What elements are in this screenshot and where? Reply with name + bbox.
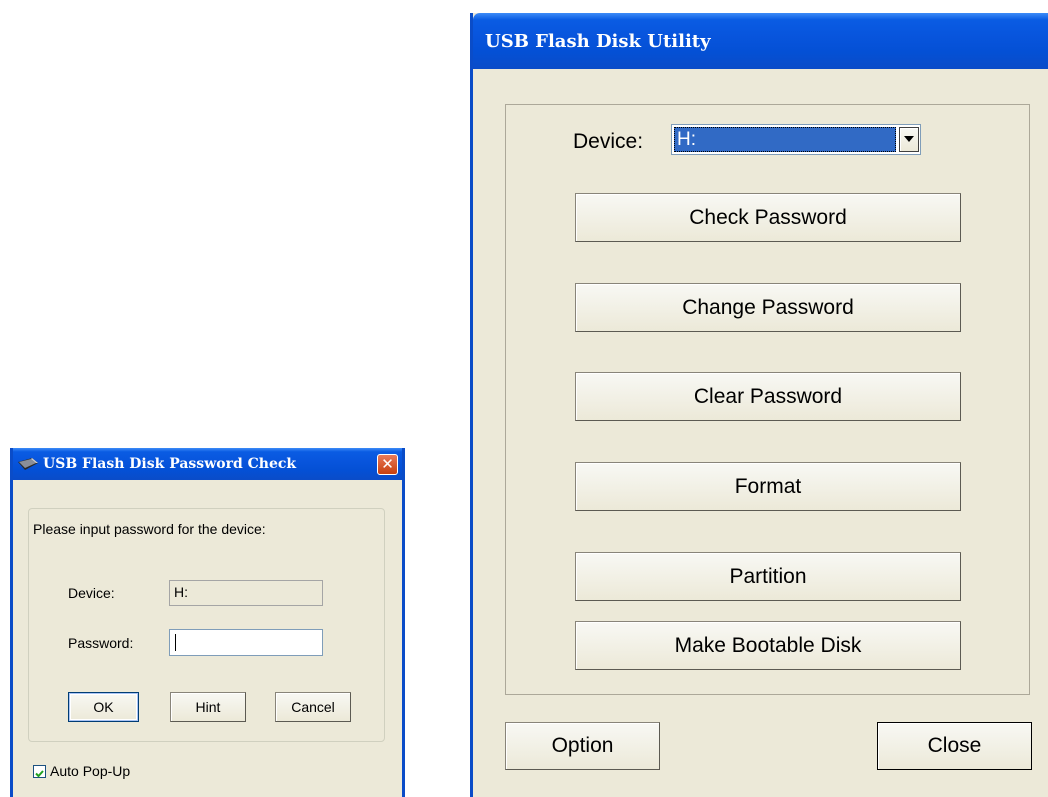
option-label: Option [551,734,614,757]
utility-device-label: Device: [573,130,644,153]
format-button[interactable]: Format [575,462,961,511]
make-bootable-label: Make Bootable Disk [674,633,862,657]
utility-window: USB Flash Disk Utility Device: H: Check … [470,13,1048,797]
utility-titlebar: USB Flash Disk Utility [473,13,1048,69]
usb-drive-icon [18,458,38,470]
format-label: Format [734,474,802,498]
checkmark-icon [35,770,44,778]
dropdown-arrow-button[interactable] [899,127,919,152]
password-dialog-title: USB Flash Disk Password Check [43,456,297,472]
change-password-button[interactable]: Change Password [575,283,961,332]
auto-popup-label: Auto Pop-Up [50,763,131,779]
ok-button-label: OK [93,699,114,715]
clear-password-button[interactable]: Clear Password [575,372,961,421]
password-prompt: Please input password for the device: [33,521,266,537]
password-dialog-titlebar: USB Flash Disk Password Check ✕ [13,448,402,480]
password-input[interactable] [169,629,323,656]
text-caret [175,633,176,651]
check-password-label: Check Password [689,205,847,229]
device-field: H: [169,580,323,606]
close-icon[interactable]: ✕ [377,454,398,475]
chevron-down-icon [904,136,914,142]
option-button[interactable]: Option [505,722,660,770]
clear-password-label: Clear Password [693,384,843,408]
change-password-label: Change Password [682,295,854,319]
ok-button[interactable]: OK [68,692,139,722]
device-dropdown-value: H: [674,127,896,152]
partition-label: Partition [729,564,807,588]
make-bootable-disk-button[interactable]: Make Bootable Disk [575,621,961,670]
close-button[interactable]: Close [877,722,1032,770]
partition-button[interactable]: Partition [575,552,961,601]
close-label: Close [927,734,982,757]
hint-button-label: Hint [195,699,221,715]
auto-popup-checkbox[interactable] [33,765,46,778]
device-label: Device: [68,585,115,601]
cancel-button-label: Cancel [291,699,335,715]
device-dropdown[interactable]: H: [671,124,921,155]
utility-title: USB Flash Disk Utility [485,31,711,52]
cancel-button[interactable]: Cancel [275,692,351,722]
hint-button[interactable]: Hint [170,692,246,722]
password-label: Password: [68,635,134,651]
password-check-window: USB Flash Disk Password Check ✕ Please i… [10,448,405,797]
check-password-button[interactable]: Check Password [575,193,961,242]
